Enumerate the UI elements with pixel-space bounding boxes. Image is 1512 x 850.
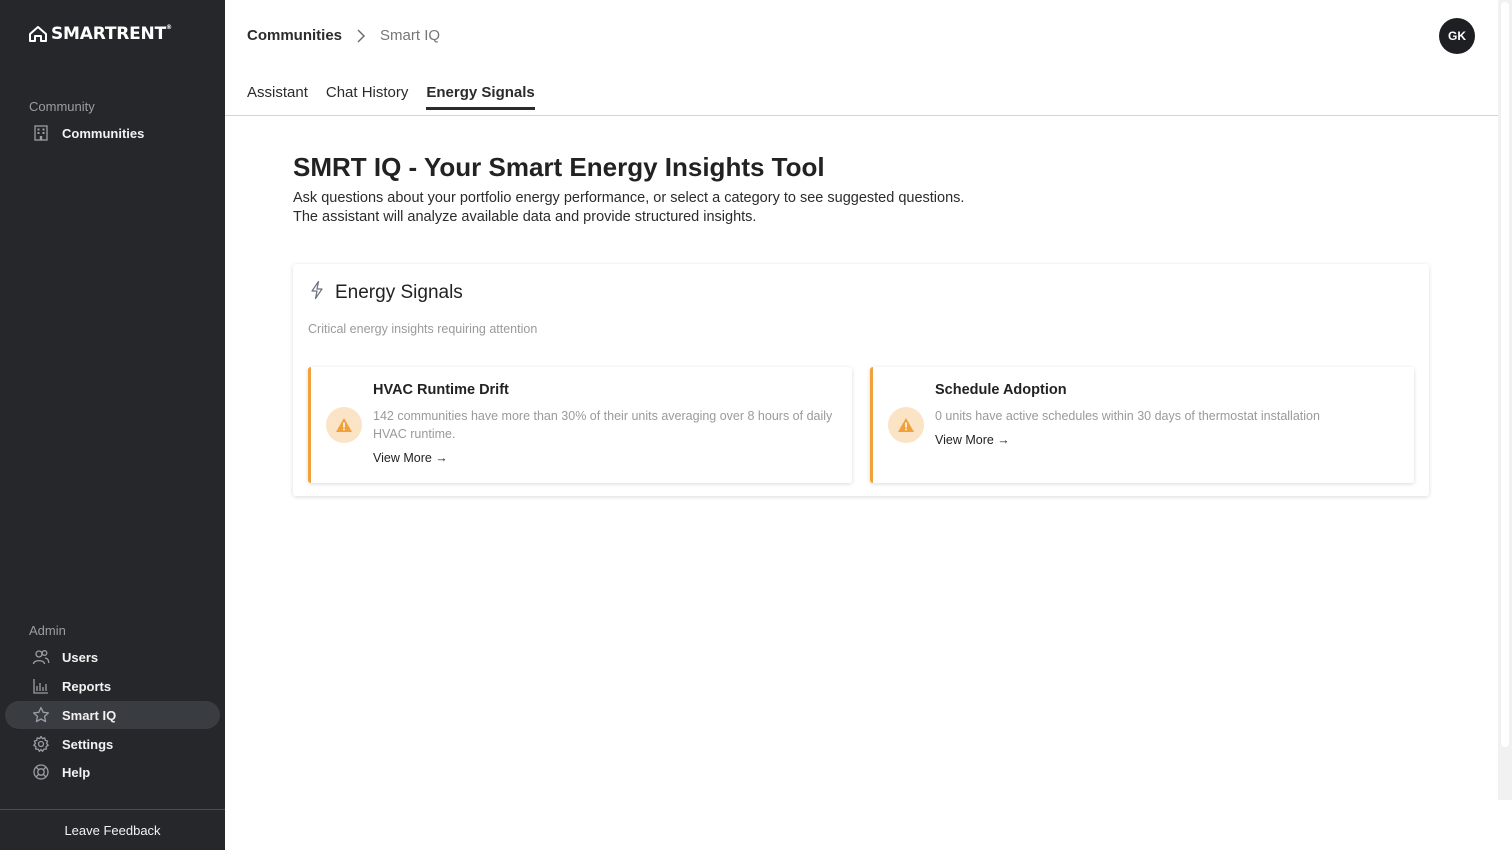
breadcrumb-communities-link[interactable]: Communities	[247, 27, 342, 44]
signal-card-schedule-adoption[interactable]: Schedule Adoption 0 units have active sc…	[870, 367, 1414, 483]
users-icon	[32, 648, 50, 666]
view-more-link[interactable]: View More →	[935, 433, 1010, 447]
sidebar: SMARTRENT® Community Communities Admin U…	[0, 0, 225, 850]
signal-description: 0 units have active schedules within 30 …	[935, 409, 1320, 423]
page-title: SMRT IQ - Your Smart Energy Insights Too…	[293, 152, 825, 182]
chevron-right-icon	[356, 29, 366, 43]
vertical-scrollbar[interactable]	[1498, 0, 1512, 800]
lifebuoy-icon	[32, 763, 50, 781]
breadcrumb: Communities Smart IQ	[247, 27, 440, 44]
panel-header: Energy Signals	[309, 280, 463, 305]
community-section-label: Community	[29, 99, 95, 114]
leave-feedback-button[interactable]: Leave Feedback	[0, 809, 225, 850]
panel-subtitle: Critical energy insights requiring atten…	[308, 322, 538, 336]
sidebar-item-label: Users	[62, 649, 99, 665]
tab-chat-history[interactable]: Chat History	[326, 84, 409, 109]
star-icon	[32, 706, 50, 724]
sidebar-item-label: Smart IQ	[62, 707, 117, 723]
page-description: Ask questions about your portfolio energ…	[293, 189, 1053, 227]
sidebar-item-communities[interactable]: Communities	[5, 119, 220, 147]
tab-energy-signals[interactable]: Energy Signals	[426, 84, 536, 110]
tab-assistant[interactable]: Assistant	[247, 84, 308, 109]
signal-card-hvac-runtime-drift[interactable]: HVAC Runtime Drift 142 communities have …	[308, 367, 852, 483]
warning-icon	[888, 407, 924, 443]
admin-section-label: Admin	[29, 623, 66, 638]
sidebar-item-reports[interactable]: Reports	[5, 672, 220, 700]
bar-chart-icon	[32, 677, 50, 695]
sidebar-item-label: Help	[62, 764, 91, 780]
user-avatar[interactable]: GK	[1439, 18, 1475, 54]
sidebar-item-help[interactable]: Help	[5, 758, 220, 786]
sidebar-item-settings[interactable]: Settings	[5, 730, 220, 758]
warning-icon	[326, 407, 362, 443]
signal-description: 142 communities have more than 30% of th…	[373, 409, 833, 441]
lightning-icon	[309, 280, 325, 305]
tab-divider	[225, 115, 1498, 116]
signal-title: Schedule Adoption	[935, 382, 1067, 398]
page-description-line: Ask questions about your portfolio energ…	[293, 190, 965, 206]
brand-name: SMARTRENT®	[51, 24, 172, 44]
sidebar-item-smart-iq[interactable]: Smart IQ	[5, 701, 220, 729]
page-description-line: The assistant will analyze available dat…	[293, 209, 757, 225]
energy-signals-panel: Energy Signals Critical energy insights …	[293, 264, 1429, 496]
view-more-link[interactable]: View More →	[373, 451, 448, 465]
sidebar-item-label: Reports	[62, 678, 112, 694]
smartrent-logo[interactable]: SMARTRENT®	[29, 24, 172, 44]
panel-title: Energy Signals	[335, 281, 463, 303]
tab-bar: Assistant Chat History Energy Signals	[247, 84, 536, 110]
sidebar-item-users[interactable]: Users	[5, 643, 220, 671]
sidebar-item-label: Communities	[62, 125, 145, 141]
signal-title: HVAC Runtime Drift	[373, 382, 509, 398]
sidebar-item-label: Settings	[62, 736, 114, 752]
gear-icon	[32, 735, 50, 753]
breadcrumb-current: Smart IQ	[380, 27, 441, 44]
scrollbar-thumb[interactable]	[1501, 2, 1509, 747]
home-logo-icon	[29, 26, 47, 42]
building-icon	[32, 124, 50, 142]
